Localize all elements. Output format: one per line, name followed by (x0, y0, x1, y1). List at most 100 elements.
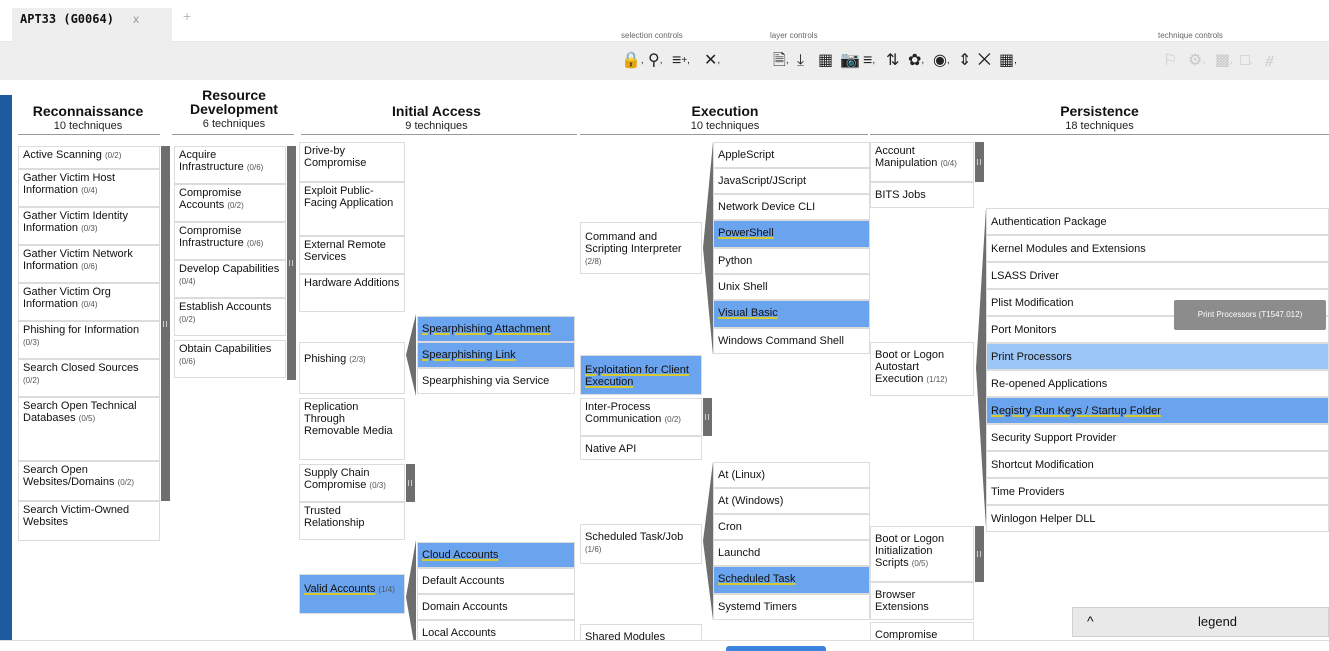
subtechnique-cell-powershell[interactable]: PowerShell (713, 220, 870, 248)
subtechnique-cell-systemd-timers[interactable]: Systemd Timers (713, 594, 870, 620)
technique-cell-compromise-accounts[interactable]: Compromise Accounts (0/2) (174, 184, 286, 222)
technique-cell-compromise-infrastructure[interactable]: Compromise Infrastructure (0/6) (174, 222, 286, 260)
technique-cell-account-manipulation[interactable]: Account Manipulation (0/4) (870, 142, 974, 182)
new-tab-button[interactable]: + (183, 8, 191, 24)
technique-cell-browser-extensions[interactable]: Browser Extensions (870, 582, 974, 620)
subtechnique-cell-network-device-cli[interactable]: Network Device CLI (713, 194, 870, 220)
tactic-header-initial-access[interactable]: Initial Access 9 techniques (299, 104, 574, 132)
technique-cell-drive-by-compromise[interactable]: Drive-by Compromise (299, 142, 405, 182)
expand-icon[interactable]: ⇕ (958, 52, 971, 70)
subtechnique-cell-spearphishing-via-service[interactable]: Spearphishing via Service (417, 368, 575, 394)
technique-cell-search-closed-sources[interactable]: Search Closed Sources (0/2) (18, 359, 160, 397)
color-setup-icon[interactable]: ✿, (908, 52, 924, 70)
subtechnique-cell-spearphishing-link[interactable]: Spearphishing Link (417, 342, 575, 368)
subtechnique-cell-launchd[interactable]: Launchd (713, 540, 870, 566)
subtechnique-cell-default-accounts[interactable]: Default Accounts (417, 568, 575, 594)
subtechnique-cell-print-processors[interactable]: Print Processors (986, 343, 1329, 370)
subtechnique-cell-security-support-provider[interactable]: Security Support Provider (986, 424, 1329, 451)
subtechnique-cell-windows-command-shell[interactable]: Windows Command Shell (713, 328, 870, 354)
visibility-eye-icon[interactable]: ◉, (933, 52, 950, 70)
subtechnique-cell-cloud-accounts[interactable]: Cloud Accounts (417, 542, 575, 568)
technique-cell-gather-victim-network[interactable]: Gather Victim Network Information (0/6) (18, 245, 160, 283)
technique-cell-exploit-public-facing[interactable]: Exploit Public-Facing Application (299, 182, 405, 236)
technique-cell-boot-logon-autostart[interactable]: Boot or Logon Autostart Execution (1/12) (870, 342, 974, 396)
subtechnique-cell-unix-shell[interactable]: Unix Shell (713, 274, 870, 300)
tactic-header-persistence[interactable]: Persistence 18 techniques (870, 104, 1329, 132)
subtechnique-cell-scheduled-task[interactable]: Scheduled Task (713, 566, 870, 594)
technique-cell-scheduled-task-job[interactable]: Scheduled Task/Job (1/6) (580, 524, 702, 564)
technique-cell-phishing-for-information[interactable]: Phishing for Information (0/3) (18, 321, 160, 359)
collapse-icon[interactable]: ⨉ (978, 52, 991, 70)
technique-cell-command-scripting-interpreter[interactable]: Command and Scripting Interpreter (2/8) (580, 222, 702, 274)
technique-cell-acquire-infrastructure[interactable]: Acquire Infrastructure (0/6) (174, 146, 286, 184)
technique-cell-trusted-relationship[interactable]: Trusted Relationship (299, 502, 405, 540)
deselect-icon[interactable]: ✕, (704, 52, 720, 70)
technique-cell-obtain-capabilities[interactable]: Obtain Capabilities (0/6) (174, 340, 286, 378)
subtechnique-expand-handle[interactable] (703, 398, 712, 436)
subtechnique-cell-authentication-package[interactable]: Authentication Package (986, 208, 1329, 235)
subtechnique-expand-handle[interactable] (975, 526, 984, 582)
subtechnique-expand-handle[interactable] (287, 146, 296, 380)
subtechnique-cell-spearphishing-attachment[interactable]: Spearphishing Attachment (417, 316, 575, 342)
download-icon[interactable]: ⤓ (797, 52, 804, 70)
technique-cell-supply-chain-compromise[interactable]: Supply Chain Compromise (0/3) (299, 464, 405, 502)
technique-cell-inter-process-communication[interactable]: Inter-Process Communication (0/2) (580, 398, 702, 436)
technique-cell-hardware-additions[interactable]: Hardware Additions (299, 274, 405, 312)
legend-toggle[interactable]: ^ legend (1072, 607, 1329, 637)
subtechnique-expand-handle[interactable] (975, 142, 984, 182)
subtechnique-expand-handle[interactable] (406, 464, 415, 502)
technique-cell-gather-victim-identity[interactable]: Gather Victim Identity Information (0/3) (18, 207, 160, 245)
subtechnique-cell-applescript[interactable]: AppleScript (713, 142, 870, 168)
subtechnique-cell-winlogon-helper-dll[interactable]: Winlogon Helper DLL (986, 505, 1329, 532)
toggle-disabled-icon[interactable]: ⚐ (1163, 52, 1177, 70)
technique-cell-valid-accounts[interactable]: Valid Accounts (1/4) (299, 574, 405, 614)
subtechnique-cell-lsass-driver[interactable]: LSASS Driver (986, 262, 1329, 289)
subtechnique-cell-shortcut-modification[interactable]: Shortcut Modification (986, 451, 1329, 478)
technique-cell-gather-victim-host[interactable]: Gather Victim Host Information (0/4) (18, 169, 160, 207)
search-icon[interactable]: ⚲, (648, 52, 663, 70)
subtechnique-expand-handle[interactable] (161, 146, 170, 501)
technique-cell-search-open-technical-databases[interactable]: Search Open Technical Databases (0/5) (18, 397, 160, 461)
technique-cell-active-scanning[interactable]: Active Scanning (0/2) (18, 146, 160, 169)
tab-close-icon[interactable]: x (133, 12, 139, 26)
subtechnique-cell-time-providers[interactable]: Time Providers (986, 478, 1329, 505)
technique-cell-establish-accounts[interactable]: Establish Accounts (0/2) (174, 298, 286, 336)
technique-cell-replication-removable-media[interactable]: Replication Through Removable Media (299, 398, 405, 460)
bottom-blue-button[interactable] (726, 646, 826, 651)
technique-cell-phishing[interactable]: Phishing (2/3) (299, 342, 405, 394)
tactic-header-resource-development[interactable]: Resource Development 6 techniques (174, 88, 294, 130)
scoring-icon[interactable]: ▩, (1215, 52, 1233, 70)
subtechnique-cell-at-linux[interactable]: At (Linux) (713, 462, 870, 488)
subtechnique-cell-domain-accounts[interactable]: Domain Accounts (417, 594, 575, 620)
subtechnique-cell-visual-basic[interactable]: Visual Basic (713, 300, 870, 328)
background-color-icon[interactable]: ⚙, (1188, 52, 1205, 70)
camera-icon[interactable]: 📷 (840, 52, 860, 70)
subtechnique-cell-reopened-applications[interactable]: Re-opened Applications (986, 370, 1329, 397)
tactic-header-execution[interactable]: Execution 10 techniques (580, 104, 870, 132)
technique-cell-search-open-websites[interactable]: Search Open Websites/Domains (0/2) (18, 461, 160, 501)
technique-cell-external-remote-services[interactable]: External Remote Services (299, 236, 405, 274)
subtechnique-cell-cron[interactable]: Cron (713, 514, 870, 540)
technique-cell-exploitation-client-execution[interactable]: Exploitation for Client Execution (580, 355, 702, 395)
layer-info-icon[interactable]: 🗎, (773, 52, 789, 70)
layout-icon[interactable]: ▦, (999, 52, 1017, 70)
technique-cell-native-api[interactable]: Native API (580, 436, 702, 460)
tab-apt33[interactable]: APT33 (G0064) x (12, 8, 172, 42)
subtechnique-cell-kernel-modules[interactable]: Kernel Modules and Extensions (986, 235, 1329, 262)
technique-cell-gather-victim-org[interactable]: Gather Victim Org Information (0/4) (18, 283, 160, 321)
clear-annotations-icon[interactable]: ⧣ (1265, 52, 1274, 70)
subtechnique-cell-registry-run-keys[interactable]: Registry Run Keys / Startup Folder (986, 397, 1329, 424)
subtechnique-cell-python[interactable]: Python (713, 248, 870, 274)
technique-cell-bits-jobs[interactable]: BITS Jobs (870, 182, 974, 208)
lock-icon[interactable]: 🔒, (621, 52, 644, 70)
export-excel-icon[interactable]: ▦ (818, 52, 833, 70)
technique-cell-boot-logon-init-scripts[interactable]: Boot or Logon Initialization Scripts (0/… (870, 526, 974, 582)
technique-cell-search-victim-owned-websites[interactable]: Search Victim-Owned Websites (18, 501, 160, 541)
sort-icon[interactable]: ⇅ (886, 52, 899, 70)
select-all-icon[interactable]: ≡+, (672, 52, 690, 70)
subtechnique-cell-javascript[interactable]: JavaScript/JScript (713, 168, 870, 194)
technique-cell-develop-capabilities[interactable]: Develop Capabilities (0/4) (174, 260, 286, 298)
filter-icon[interactable]: ≡, (863, 52, 875, 70)
tactic-header-reconnaissance[interactable]: Reconnaissance 10 techniques (14, 104, 162, 132)
subtechnique-cell-at-windows[interactable]: At (Windows) (713, 488, 870, 514)
